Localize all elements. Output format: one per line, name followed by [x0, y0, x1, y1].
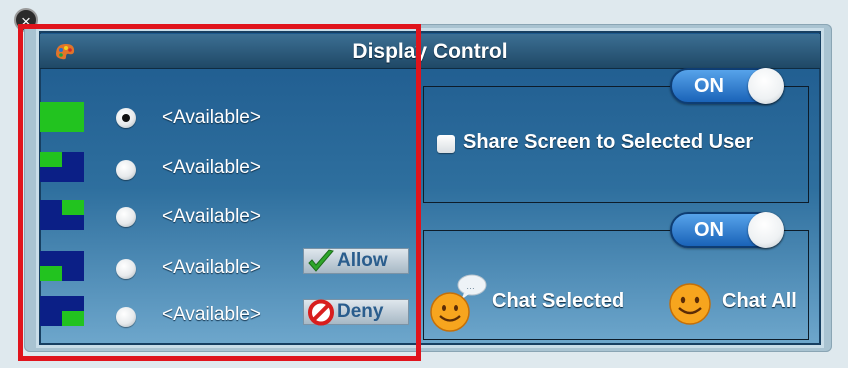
no-entry-icon — [308, 299, 334, 326]
allow-button[interactable]: Allow — [303, 248, 409, 274]
layout-top-right-quarter-icon — [40, 200, 84, 230]
slot-radio[interactable] — [116, 259, 136, 279]
chat-selected-label[interactable]: Chat Selected — [492, 290, 624, 313]
layout-bottom-left-quarter-icon — [40, 251, 84, 281]
slot-label: <Available> — [162, 206, 261, 227]
toggle-knob — [748, 212, 784, 248]
deny-label: Deny — [337, 301, 384, 322]
smiley-speech-icon[interactable]: … — [428, 272, 488, 334]
layout-top-left-quarter-icon — [40, 152, 84, 182]
allow-label: Allow — [337, 250, 388, 271]
svg-text:…: … — [466, 281, 475, 291]
chat-all-label[interactable]: Chat All — [722, 290, 797, 313]
title-bar: Display Control — [40, 34, 820, 69]
share-screen-checkbox[interactable] — [437, 135, 455, 153]
slot-label: <Available> — [162, 304, 261, 325]
layout-full-icon — [40, 102, 84, 132]
share-screen-label: Share Screen to Selected User — [463, 131, 754, 153]
share-toggle-label: ON — [694, 75, 724, 97]
check-icon — [308, 249, 334, 272]
slot-radio[interactable] — [116, 207, 136, 227]
smiley-icon[interactable] — [668, 282, 712, 326]
panel-title: Display Control — [352, 40, 508, 63]
layout-bottom-right-quarter-icon — [40, 296, 84, 326]
slot-label: <Available> — [162, 107, 261, 128]
slot-label: <Available> — [162, 157, 261, 178]
share-screen-toggle[interactable]: ON — [670, 68, 784, 104]
slot-label: <Available> — [162, 257, 261, 278]
deny-button[interactable]: Deny — [303, 299, 409, 326]
chat-toggle-label: ON — [694, 219, 724, 241]
toggle-knob — [748, 68, 784, 104]
slot-radio[interactable] — [116, 160, 136, 180]
chat-toggle[interactable]: ON — [670, 212, 784, 248]
slot-radio[interactable] — [116, 108, 136, 128]
slot-radio[interactable] — [116, 307, 136, 327]
